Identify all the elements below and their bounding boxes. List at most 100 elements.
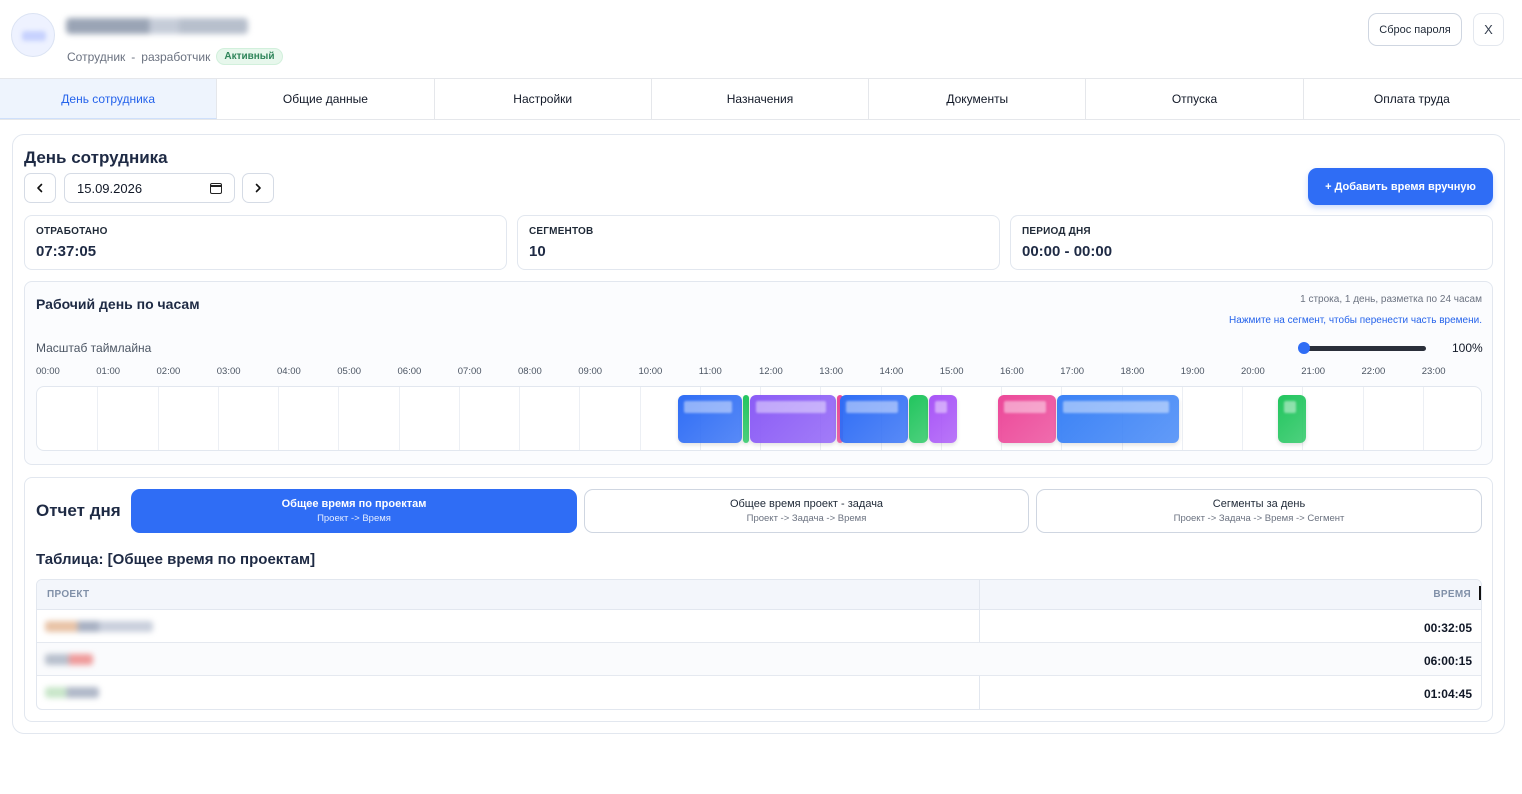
- timeline-segment[interactable]: [840, 395, 908, 443]
- timeline-zoom-slider[interactable]: [1298, 342, 1428, 354]
- mode-subtitle: Проект -> Время: [317, 513, 391, 524]
- segment-label-blurred: [1063, 401, 1169, 413]
- hour-label: 21:00: [1301, 366, 1326, 377]
- mode-project-task[interactable]: Общее время проект - задача Проект -> За…: [584, 489, 1029, 533]
- panel-header: Сотрудник - разработчик Активный Сброс п…: [0, 0, 1522, 79]
- hour-label: 16:00: [1000, 366, 1024, 377]
- hour-label: 04:00: [277, 366, 301, 377]
- timeline-segment[interactable]: [749, 395, 837, 443]
- tab-payroll[interactable]: Оплата труда: [1304, 79, 1520, 119]
- segment-label-blurred: [1003, 401, 1047, 413]
- tab-vacations[interactable]: Отпуска: [1086, 79, 1304, 119]
- hour-grid-line: [1362, 387, 1364, 450]
- hour-label: 10:00: [638, 366, 663, 377]
- timeline-segment[interactable]: [742, 395, 749, 443]
- timeline-zoom-value: 100%: [1452, 341, 1483, 355]
- segment-label-blurred: [1284, 401, 1297, 413]
- employee-role: Сотрудник: [67, 49, 126, 64]
- mode-subtitle: Проект -> Задача -> Время -> Сегмент: [1173, 513, 1345, 524]
- timeline-segment[interactable]: [997, 395, 1057, 443]
- column-header-project[interactable]: ПРОЕКТ: [47, 589, 89, 600]
- hour-label: 20:00: [1241, 366, 1265, 377]
- segment-label-blurred: [755, 401, 827, 413]
- table-header: ПРОЕКТ ВРЕМЯ: [37, 580, 1481, 610]
- row-time: 01:04:45: [1423, 687, 1472, 701]
- calendar-icon[interactable]: [210, 183, 222, 194]
- project-name-blurred: [45, 687, 99, 698]
- reset-password-button[interactable]: Сброс пароля: [1368, 13, 1462, 46]
- hour-label: 19:00: [1180, 366, 1205, 377]
- table-title: Таблица: [Общее время по проектам]: [36, 551, 316, 568]
- report-title: Отчет дня: [36, 501, 121, 520]
- hour-label: 13:00: [819, 366, 844, 377]
- column-header-time[interactable]: ВРЕМЯ: [1433, 589, 1471, 600]
- hour-label: 03:00: [216, 366, 241, 377]
- segment-label-blurred: [683, 401, 732, 413]
- timeline-segment[interactable]: [1278, 395, 1307, 443]
- tab-documents[interactable]: Документы: [869, 79, 1087, 119]
- hour-label: 01:00: [96, 366, 121, 377]
- row-time: 00:32:05: [1423, 621, 1472, 635]
- employee-name-blurred: [66, 18, 248, 34]
- mode-title: Сегменты за день: [1212, 498, 1306, 510]
- hour-label: 11:00: [698, 366, 722, 377]
- avatar: [11, 13, 55, 57]
- stat-segments: СЕГМЕНТОВ 10: [517, 215, 1000, 270]
- timeline-segment[interactable]: [1057, 395, 1179, 443]
- table-row[interactable]: 00:32:05: [37, 610, 1481, 643]
- row-time: 06:00:15: [1423, 654, 1472, 668]
- hour-grid-line: [1242, 387, 1243, 450]
- tab-employee-day[interactable]: День сотрудника: [0, 79, 218, 119]
- date-value: 15.09.2026: [77, 180, 143, 196]
- stat-label: ПЕРИОД ДНЯ: [1022, 226, 1091, 237]
- timeline-segment[interactable]: [908, 395, 928, 443]
- mode-title: Общее время проект - задача: [729, 498, 884, 510]
- next-day-button[interactable]: [242, 173, 274, 203]
- tab-settings[interactable]: Настройки: [435, 79, 652, 119]
- text-cursor: [1479, 586, 1481, 600]
- mode-projects-total[interactable]: Общее время по проектам Проект -> Время: [131, 489, 577, 533]
- segment-label-blurred: [846, 401, 898, 413]
- hour-label: 18:00: [1120, 366, 1145, 377]
- tabs-bar: День сотрудника Общие данные Настройки Н…: [0, 79, 1520, 120]
- hour-grid-line: [1181, 387, 1183, 450]
- table-row[interactable]: 01:04:45: [37, 676, 1481, 709]
- stat-day-period: ПЕРИОД ДНЯ 00:00 - 00:00: [1010, 215, 1493, 270]
- projects-table: ПРОЕКТ ВРЕМЯ 00:32:05 06:00:15 01:04:45: [36, 579, 1482, 710]
- slider-track[interactable]: [1304, 346, 1426, 351]
- stat-worked: ОТРАБОТАНО 07:37:05: [24, 215, 507, 270]
- stat-value: 07:37:05: [36, 243, 97, 260]
- stat-label: ОТРАБОТАНО: [36, 226, 108, 237]
- prev-day-button[interactable]: [24, 173, 56, 203]
- close-button[interactable]: X: [1473, 13, 1504, 46]
- add-time-manually-button[interactable]: + Добавить время вручную: [1308, 168, 1493, 205]
- hour-label: 00:00: [36, 366, 60, 377]
- hour-grid-line: [579, 387, 581, 450]
- timeline-info: 1 строка, 1 день, разметка по 24 часам: [1300, 294, 1482, 305]
- stat-value: 00:00 - 00:00: [1022, 243, 1113, 260]
- stat-value: 10: [529, 243, 546, 260]
- timeline-hint: Нажмите на сегмент, чтобы перенести част…: [1229, 315, 1482, 326]
- date-field[interactable]: 15.09.2026: [64, 173, 235, 203]
- timeline-track[interactable]: [36, 386, 1482, 451]
- hour-grid-line: [217, 387, 219, 450]
- tab-general-data[interactable]: Общие данные: [217, 79, 435, 119]
- hour-label: 15:00: [939, 366, 964, 377]
- hour-label: 06:00: [397, 366, 422, 377]
- mode-day-segments[interactable]: Сегменты за день Проект -> Задача -> Вре…: [1036, 489, 1482, 533]
- segment-label-blurred: [934, 401, 947, 413]
- hour-label: 17:00: [1060, 366, 1085, 377]
- timeline-segment[interactable]: [677, 395, 742, 443]
- hour-grid-line: [398, 387, 400, 450]
- timeline-scale-label: Масштаб таймлайна: [36, 341, 152, 355]
- timeline-segment[interactable]: [928, 395, 957, 443]
- hour-label: 08:00: [518, 366, 542, 377]
- tab-assignments[interactable]: Назначения: [652, 79, 870, 119]
- hour-label: 12:00: [759, 366, 783, 377]
- table-row[interactable]: 06:00:15: [37, 643, 1481, 676]
- hour-grid-line: [278, 387, 279, 450]
- slider-thumb[interactable]: [1298, 342, 1310, 354]
- chevron-left-icon: [37, 183, 43, 193]
- hour-label: 05:00: [337, 366, 362, 377]
- hour-label: 02:00: [156, 366, 181, 377]
